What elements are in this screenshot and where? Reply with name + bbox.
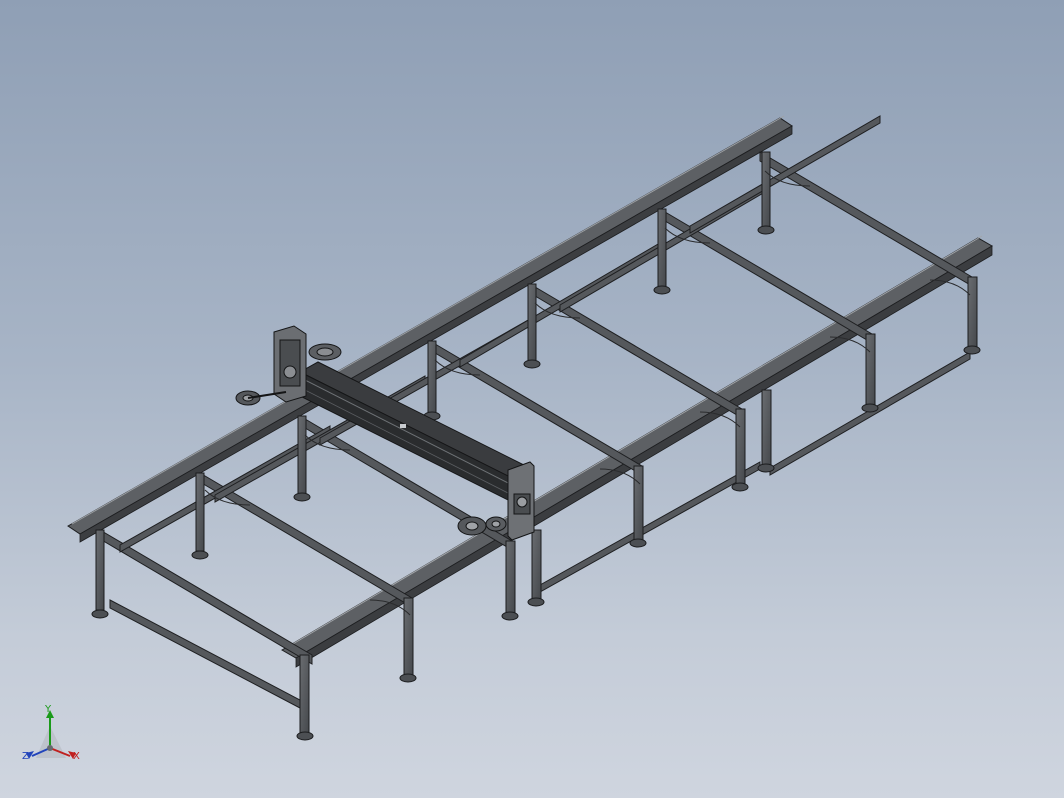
graphics-viewport[interactable]: Y Z X: [0, 0, 1064, 798]
x-axis-label: X: [73, 751, 80, 762]
y-axis-label: Y: [45, 704, 52, 715]
machine-frame-model[interactable]: [0, 0, 1064, 798]
cross-members: [99, 115, 973, 709]
back-rail: [67, 115, 793, 543]
coordinate-triad: [26, 710, 76, 759]
z-axis-label: Z: [22, 751, 29, 762]
